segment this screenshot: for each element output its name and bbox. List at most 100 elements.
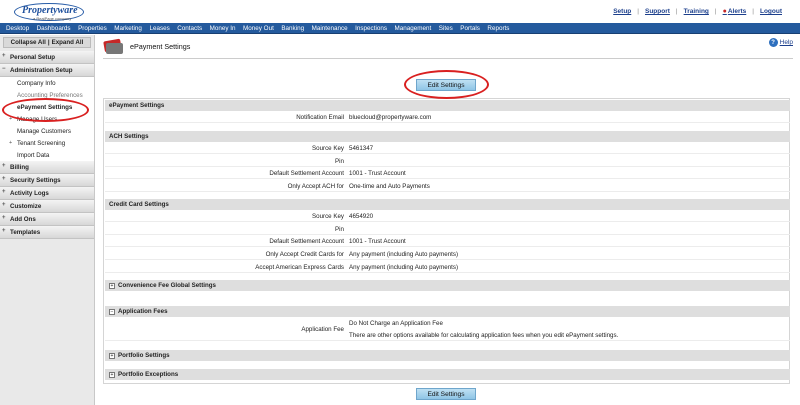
field-label: Only Accept ACH for — [287, 183, 344, 190]
section-title: Portfolio Settings — [118, 352, 170, 359]
nav-reports[interactable]: Reports — [487, 25, 509, 32]
sidebar-item-accounting-preferences[interactable]: Accounting Preferences — [0, 89, 94, 101]
collapse-icon: − — [2, 66, 6, 72]
section-portfolio-exceptions[interactable]: + Portfolio Exceptions — [105, 369, 790, 380]
expand-icon: + — [2, 176, 6, 182]
edit-settings-button-top[interactable]: Edit Settings — [416, 79, 476, 91]
nav-money-in[interactable]: Money In — [210, 25, 236, 32]
field-label: Source Key — [312, 145, 344, 152]
field-note: There are other options available for ca… — [349, 332, 619, 339]
collapse-expand-bar: Collapse All | Expand All — [3, 37, 91, 48]
link-separator: | — [675, 8, 678, 15]
field-value: 1001 - Trust Account — [349, 238, 406, 245]
sidebar-item-manage-users[interactable]: + Manage Users — [0, 113, 94, 125]
sidebar-section-personal-setup[interactable]: + Personal Setup — [0, 51, 94, 64]
setup-link[interactable]: Setup — [613, 8, 631, 15]
nav-banking[interactable]: Banking — [281, 25, 304, 32]
field-value: 5461347 — [349, 145, 374, 152]
nav-portals[interactable]: Portals — [460, 25, 480, 32]
alerts-label: Alerts — [727, 8, 747, 15]
sidebar-item-label: Tenant Screening — [17, 139, 66, 147]
sidebar-section-security-settings[interactable]: + Security Settings — [0, 174, 94, 187]
section-convenience-fee[interactable]: + Convenience Fee Global Settings — [105, 280, 790, 291]
settings-panel: ePayment Settings Notification Email blu… — [103, 98, 790, 384]
expand-all-button[interactable]: Expand All — [52, 39, 84, 46]
nav-sites[interactable]: Sites — [439, 25, 453, 32]
sidebar-section-templates[interactable]: + Templates — [0, 226, 94, 239]
expand-icon: + — [9, 140, 13, 146]
row-ach-settlement-account: Default Settlement Account 1001 - Trust … — [105, 167, 790, 179]
support-link[interactable]: Support — [645, 8, 670, 15]
main-nav: Desktop Dashboards Properties Marketing … — [0, 23, 800, 34]
sidebar-section-label: Administration Setup — [10, 66, 73, 74]
field-label: Source Key — [312, 213, 344, 220]
sidebar-section-label: Security Settings — [10, 176, 61, 184]
row-cc-amex: Accept American Express Cards Any paymen… — [105, 261, 790, 273]
sidebar-section-label: Personal Setup — [10, 53, 56, 61]
row-notification-email: Notification Email bluecloud@propertywar… — [105, 111, 790, 123]
field-value: bluecloud@propertyware.com — [349, 114, 432, 121]
nav-marketing[interactable]: Marketing — [114, 25, 142, 32]
row-ach-source-key: Source Key 5461347 — [105, 142, 790, 154]
nav-inspections[interactable]: Inspections — [355, 25, 387, 32]
page-header: ePayment Settings ? Help — [103, 36, 793, 58]
field-value: 1001 - Trust Account — [349, 170, 406, 177]
propertyware-logo[interactable]: Propertyware a RealPage company — [14, 2, 84, 22]
sidebar-section-add-ons[interactable]: + Add Ons — [0, 213, 94, 226]
sidebar-section-billing[interactable]: + Billing — [0, 161, 94, 174]
nav-management[interactable]: Management — [395, 25, 432, 32]
sidebar-item-label: Company Info — [17, 79, 56, 87]
sidebar-item-label: Manage Customers — [17, 127, 71, 135]
sidebar-item-label: Import Data — [17, 151, 50, 159]
nav-money-out[interactable]: Money Out — [243, 25, 274, 32]
section-application-fees[interactable]: − Application Fees — [105, 306, 790, 317]
logo-text: Propertyware — [22, 5, 78, 16]
section-portfolio-settings[interactable]: + Portfolio Settings — [105, 350, 790, 361]
nav-leases[interactable]: Leases — [149, 25, 169, 32]
nav-desktop[interactable]: Desktop — [6, 25, 29, 32]
sidebar-item-tenant-screening[interactable]: + Tenant Screening — [0, 137, 94, 149]
training-link[interactable]: Training — [684, 8, 709, 15]
sidebar-section-label: Customize — [10, 202, 42, 210]
help-link[interactable]: ? Help — [768, 38, 793, 47]
section-title: Portfolio Exceptions — [118, 371, 179, 378]
section-credit-card-settings: Credit Card Settings — [105, 199, 790, 210]
sidebar-item-label: ePayment Settings — [17, 103, 73, 111]
nav-contacts[interactable]: Contacts — [177, 25, 202, 32]
top-header: Propertyware a RealPage company Setup | … — [0, 0, 800, 23]
expand-toggle-icon: + — [109, 282, 115, 289]
sidebar-item-epayment-settings[interactable]: ePayment Settings — [0, 101, 94, 113]
section-title: Application Fees — [118, 308, 168, 315]
row-application-fee: Application Fee Do Not Charge an Applica… — [105, 317, 790, 341]
sidebar-section-customize[interactable]: + Customize — [0, 200, 94, 213]
alerts-link[interactable]: ●Alerts — [723, 8, 747, 15]
collapse-separator: | — [47, 39, 50, 46]
sidebar-item-manage-customers[interactable]: Manage Customers — [0, 125, 94, 137]
sidebar-section-activity-logs[interactable]: + Activity Logs — [0, 187, 94, 200]
field-label: Application Fee — [301, 326, 344, 333]
page-title: ePayment Settings — [130, 42, 191, 51]
expand-icon: + — [2, 215, 6, 221]
edit-settings-button-bottom[interactable]: Edit Settings — [416, 388, 476, 400]
sidebar-item-company-info[interactable]: Company Info — [0, 77, 94, 89]
sidebar-item-import-data[interactable]: Import Data — [0, 149, 94, 161]
collapse-all-button[interactable]: Collapse All — [11, 39, 46, 46]
help-label: Help — [779, 39, 793, 46]
expand-toggle-icon: + — [109, 352, 115, 359]
nav-properties[interactable]: Properties — [78, 25, 107, 32]
collapse-toggle-icon: − — [109, 308, 115, 315]
field-value: One-time and Auto Payments — [349, 183, 430, 190]
logout-link[interactable]: Logout — [760, 8, 782, 15]
row-ach-only-accept: Only Accept ACH for One-time and Auto Pa… — [105, 180, 790, 192]
nav-dashboards[interactable]: Dashboards — [37, 25, 71, 32]
field-label: Default Settlement Account — [269, 238, 344, 245]
field-label: Only Accept Credit Cards for — [265, 251, 344, 258]
section-ach-settings: ACH Settings — [105, 131, 790, 142]
credit-card-icon — [103, 38, 123, 54]
sidebar-section-administration-setup[interactable]: − Administration Setup — [0, 64, 94, 77]
row-ach-pin: Pin — [105, 155, 790, 167]
sidebar-item-label: Accounting Preferences — [17, 91, 83, 99]
expand-toggle-icon: + — [109, 371, 115, 378]
row-cc-only-accept: Only Accept Credit Cards for Any payment… — [105, 248, 790, 260]
nav-maintenance[interactable]: Maintenance — [312, 25, 348, 32]
